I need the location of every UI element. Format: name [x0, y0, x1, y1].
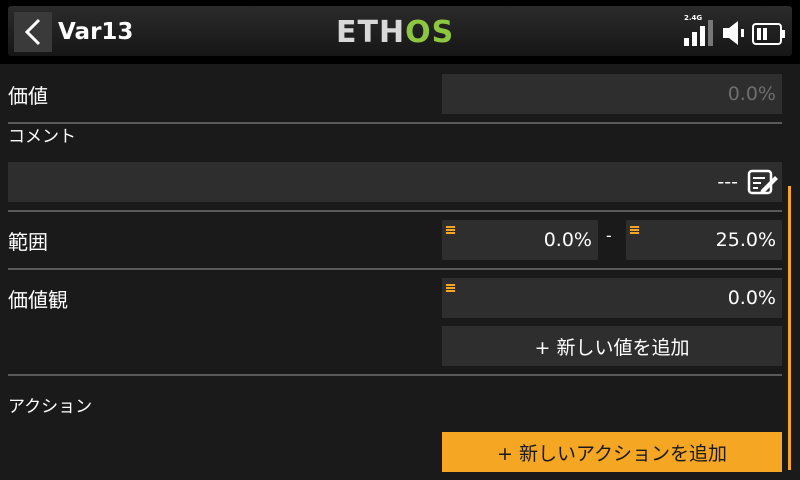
- back-button[interactable]: [14, 12, 52, 52]
- values-field-value: 0.0%: [727, 287, 776, 309]
- values-field[interactable]: 0.0%: [442, 278, 782, 318]
- speaker-icon: [723, 21, 744, 45]
- range-separator: -: [606, 226, 612, 245]
- scrollbar[interactable]: [788, 186, 791, 470]
- divider: [8, 210, 782, 212]
- value-field: 0.0%: [442, 74, 782, 114]
- page-title: Var13: [58, 19, 134, 45]
- value-label: 価値: [8, 84, 48, 108]
- add-action-button[interactable]: + 新しいアクションを追加: [442, 432, 782, 472]
- divider: [8, 268, 782, 270]
- values-label: 価値観: [8, 288, 68, 312]
- source-marker-icon: [446, 226, 455, 234]
- comment-label: コメント: [8, 127, 76, 147]
- divider: [8, 374, 782, 376]
- add-value-button[interactable]: + 新しい値を追加: [442, 326, 782, 366]
- range-max-value: 25.0%: [715, 229, 776, 251]
- source-marker-icon: [630, 226, 639, 234]
- range-min-field[interactable]: 0.0%: [442, 220, 598, 260]
- signal-strength-icon: 2.4G: [684, 14, 716, 46]
- edit-icon[interactable]: [747, 168, 779, 196]
- ethos-logo: ETHOS: [336, 15, 455, 50]
- range-min-value: 0.0%: [543, 229, 592, 251]
- header-bar: Var13 ETHOS 2.4G: [0, 0, 800, 64]
- status-area: 2.4G: [684, 14, 786, 46]
- comment-field[interactable]: ---: [8, 162, 782, 202]
- rf-band-label: 2.4G: [684, 14, 703, 22]
- comment-value: ---: [717, 171, 738, 193]
- range-label: 範囲: [8, 230, 48, 254]
- divider: [8, 122, 782, 124]
- battery-icon: [752, 23, 785, 45]
- actions-label: アクション: [8, 397, 93, 417]
- range-max-field[interactable]: 25.0%: [626, 220, 782, 260]
- chevron-left-icon: [24, 18, 41, 46]
- source-marker-icon: [446, 284, 455, 292]
